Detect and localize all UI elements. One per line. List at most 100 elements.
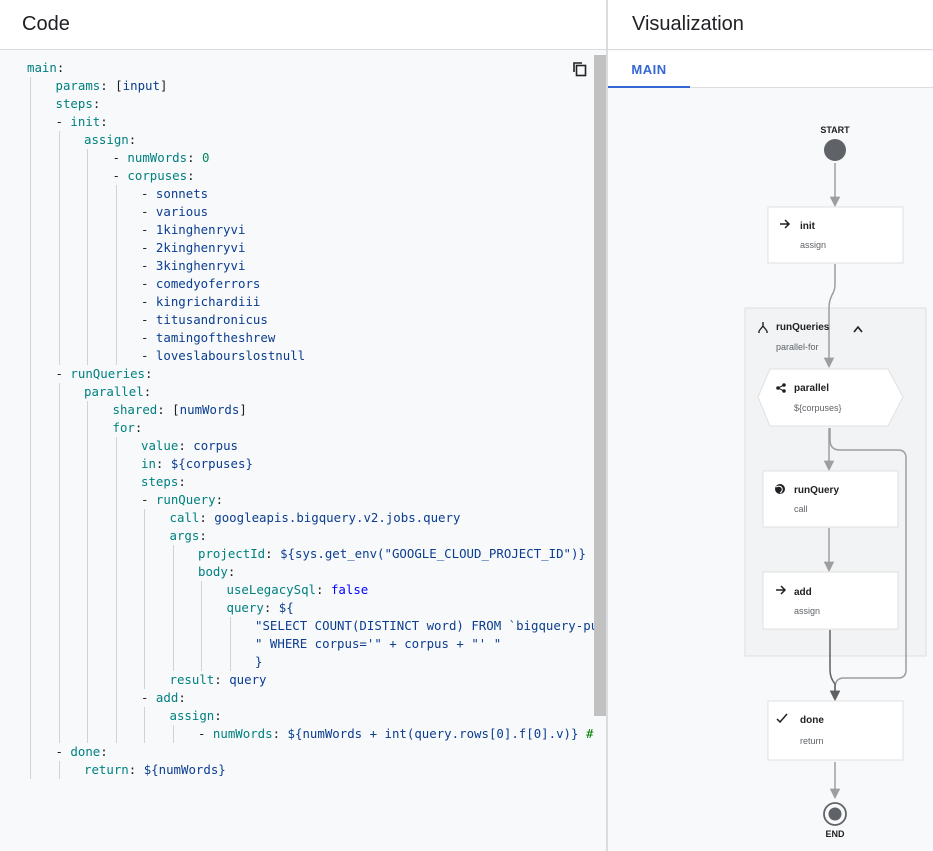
code-line: for: [113, 419, 143, 437]
code-token: } [255, 654, 263, 669]
code-token: : [56, 60, 65, 75]
code-token: useLegacySql [226, 582, 317, 597]
code-token: : [128, 762, 144, 777]
code-token: - [141, 330, 156, 345]
indent-guide [229, 617, 231, 671]
code-line: - 1kinghenryvi [141, 221, 245, 239]
code-token: : [128, 132, 137, 147]
code-token: - [141, 240, 156, 255]
code-token: : [214, 708, 222, 723]
code-line: useLegacySql: false [227, 581, 369, 599]
code-token: shared [112, 402, 158, 417]
code-editor[interactable]: main: params: [input] steps: - init: assign:… [0, 51, 594, 851]
code-token: result [169, 672, 215, 687]
indent-guide [201, 581, 202, 671]
node-runqueries-sub: parallel-for [776, 342, 819, 352]
code-token: comedyoferrors [155, 276, 261, 291]
code-line: " WHERE corpus='" + corpus + "' " [255, 635, 501, 653]
code-token: query [226, 600, 264, 615]
code-token: 0 [202, 150, 210, 165]
code-line: - comedyoferrors [141, 275, 260, 293]
code-token: : [265, 546, 281, 561]
code-token: : [143, 384, 152, 399]
code-token: call [169, 510, 200, 525]
code-line: body: [198, 563, 235, 581]
code-token: : [187, 150, 203, 165]
code-token: runQuery [155, 492, 216, 507]
node-done[interactable]: done return [767, 700, 904, 761]
indent-guide [172, 725, 174, 743]
code-token: - [55, 366, 71, 381]
code-token: ] [239, 402, 247, 417]
code-line: steps: [56, 95, 101, 113]
code-line: } [255, 653, 262, 671]
visualization-panel: START init assign runQueries parallel-fo… [608, 0, 933, 851]
code-panel-title: Code [22, 13, 70, 35]
code-token: loveslabourslostnull [155, 348, 306, 363]
code-token: various [155, 204, 209, 219]
code-token: tamingoftheshrew [155, 330, 276, 345]
code-token: : [227, 564, 236, 579]
code-token: ${ [278, 600, 294, 615]
code-line: - loveslabourslostnull [141, 347, 305, 365]
visualization-panel-title: Visualization [632, 13, 744, 35]
code-line: "SELECT COUNT(DISTINCT word) FROM `bigqu… [255, 617, 594, 635]
code-token: : [100, 744, 108, 759]
node-init[interactable]: init assign [767, 206, 904, 264]
indent-guide [144, 707, 145, 743]
code-token: corpus [193, 438, 238, 453]
code-line: - done: [56, 743, 108, 761]
code-token: - [141, 690, 156, 705]
code-token: : [199, 528, 207, 543]
start-label: START [820, 125, 850, 135]
code-token: 2kinghenryvi [155, 240, 246, 255]
code-line: - numWords: ${numWords + int(query.rows[… [198, 725, 594, 743]
end-label: END [825, 829, 845, 839]
node-parallel-label: parallel [794, 383, 829, 394]
copy-icon[interactable] [571, 60, 589, 78]
code-token: - [112, 150, 128, 165]
code-line: return: ${numWords} [84, 761, 226, 779]
code-line: - tamingoftheshrew [141, 329, 275, 347]
node-done-sub: return [800, 736, 824, 746]
code-token: ${sys.get_env("GOOGLE_CLOUD_PROJECT_ID")… [280, 546, 586, 561]
code-token: return [84, 762, 129, 777]
code-token: - [141, 258, 156, 273]
code-token: : [100, 114, 108, 129]
code-line: - 3kinghenryvi [141, 257, 245, 275]
code-token: sonnets [155, 186, 209, 201]
code-token: add [155, 690, 179, 705]
code-token: runQueries [70, 366, 146, 381]
code-token: - [141, 222, 156, 237]
code-token: steps [141, 474, 179, 489]
node-runquery[interactable]: runQuery call [762, 470, 899, 528]
end-node-core [828, 807, 842, 821]
code-token: : [134, 420, 143, 435]
code-token: steps [55, 96, 93, 111]
code-token: numWords [212, 726, 273, 741]
code-token: numWords [179, 402, 240, 417]
code-line: - kingrichardiii [141, 293, 260, 311]
code-line: assign: [170, 707, 222, 725]
code-scrollbar[interactable] [594, 55, 606, 716]
code-token: - [141, 492, 156, 507]
code-token: value [141, 438, 179, 453]
indent-guide [115, 185, 117, 365]
node-parallel[interactable]: parallel ${corpuses} [757, 368, 904, 427]
code-line: - titusandronicus [141, 311, 268, 329]
code-line: - init: [56, 113, 108, 131]
code-token: : [187, 168, 195, 183]
node-done-label: done [800, 715, 824, 726]
start-node[interactable] [824, 139, 846, 161]
code-token: projectId [198, 546, 266, 561]
code-token: - [141, 276, 156, 291]
code-token: args [169, 528, 200, 543]
code-line: main: [27, 59, 64, 77]
tab-main[interactable]: MAIN [608, 51, 690, 88]
code-line: projectId: ${sys.get_env("GOOGLE_CLOUD_P… [198, 545, 586, 563]
code-line: query: ${ [227, 599, 294, 617]
node-add[interactable]: add assign [762, 571, 899, 630]
indent-guide [87, 149, 88, 365]
code-token: ${numWords} [143, 762, 226, 777]
code-line: - corpuses: [113, 167, 195, 185]
